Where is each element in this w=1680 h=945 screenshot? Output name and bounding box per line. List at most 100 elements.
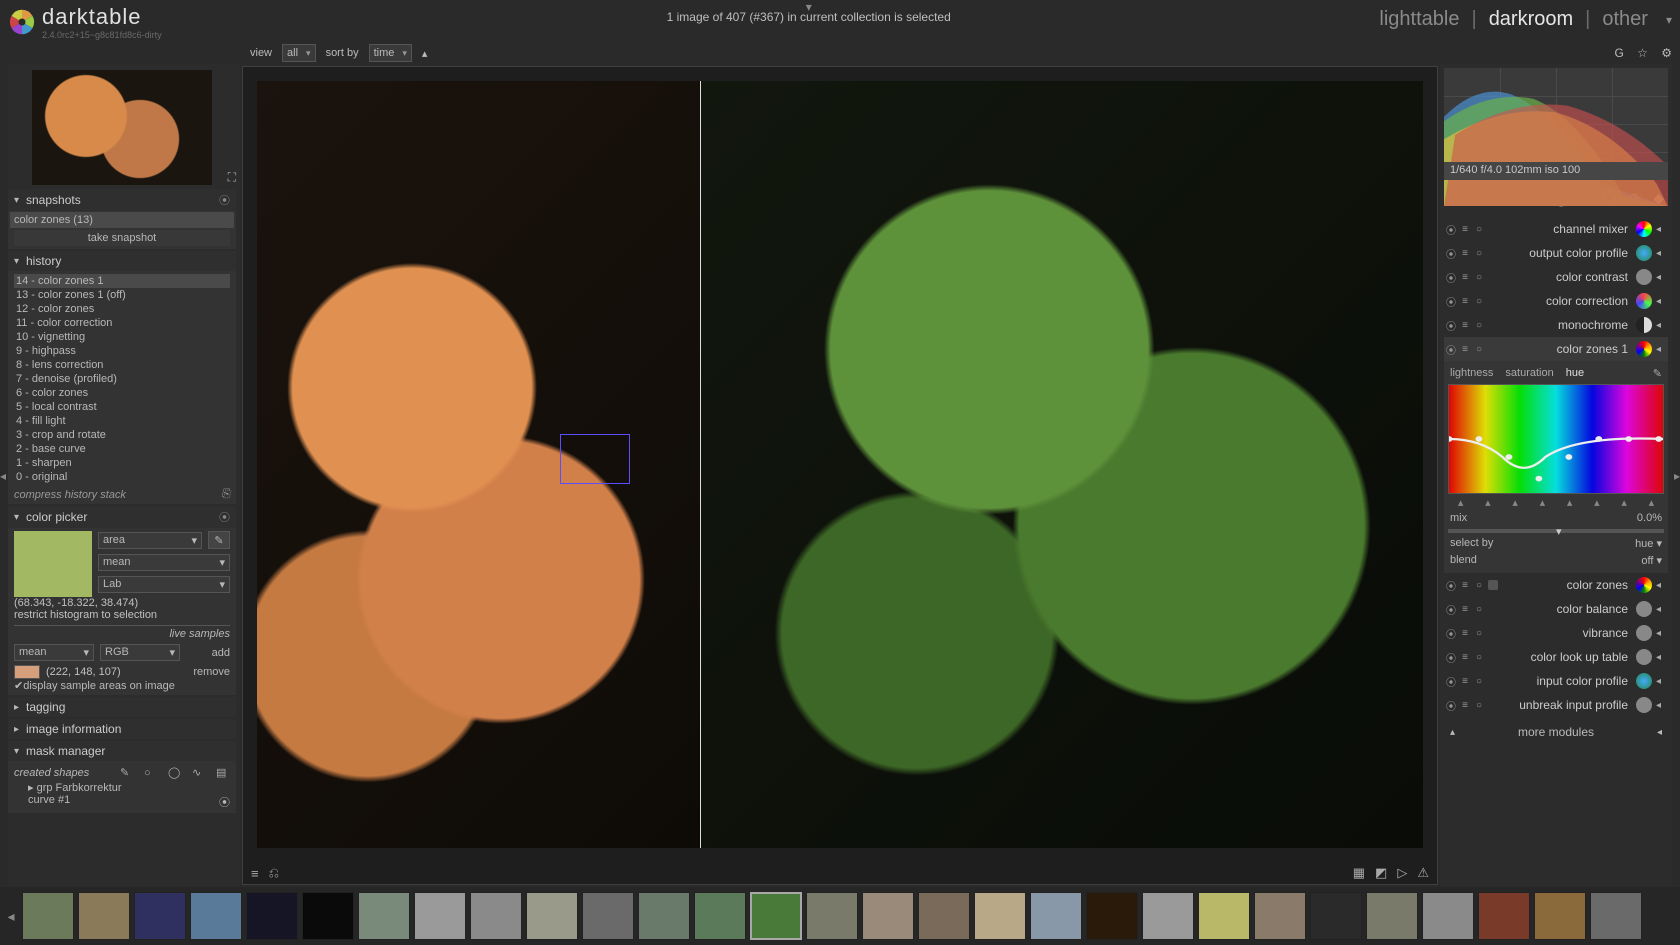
module-switch-icon[interactable]: ⦿ xyxy=(1446,296,1456,306)
filmstrip-thumb[interactable] xyxy=(134,892,186,940)
history-item[interactable]: 4 - fill light xyxy=(14,414,230,428)
module-multi-icon[interactable]: ≡ xyxy=(1460,320,1470,330)
module-color_zones_1[interactable]: ⦿≡○color zones 1◂ xyxy=(1444,337,1668,361)
module-reset-icon[interactable]: ○ xyxy=(1474,248,1484,258)
history-item[interactable]: 12 - color zones xyxy=(14,302,230,316)
expand-icon[interactable]: ⛶ xyxy=(228,170,236,185)
filmstrip-thumb[interactable] xyxy=(414,892,466,940)
module-reset-icon[interactable]: ○ xyxy=(1474,652,1484,662)
module-switch-icon[interactable]: ⦿ xyxy=(1446,700,1456,710)
module-instance-icon[interactable] xyxy=(1488,580,1498,590)
take-snapshot-button[interactable]: take snapshot xyxy=(14,230,230,246)
filmstrip-thumb[interactable] xyxy=(1590,892,1642,940)
quick-access-icon[interactable]: ≡ xyxy=(251,866,259,881)
module-multi-icon[interactable]: ≡ xyxy=(1460,224,1470,234)
picker-space-select[interactable]: Lab▾ xyxy=(98,576,230,593)
module-multi-icon[interactable]: ≡ xyxy=(1460,676,1470,686)
styles-icon[interactable]: ⎌ xyxy=(269,865,279,881)
module-multi-icon[interactable]: ≡ xyxy=(1460,628,1470,638)
filmstrip-thumb[interactable] xyxy=(1030,892,1082,940)
filmstrip-thumb[interactable] xyxy=(1478,892,1530,940)
module-color_balance[interactable]: ⦿≡○color balance◂ xyxy=(1444,597,1668,621)
module-switch-icon[interactable]: ⦿ xyxy=(1446,580,1456,590)
module-reset-icon[interactable]: ○ xyxy=(1474,296,1484,306)
panel-collapse-top-icon[interactable]: ▾ xyxy=(806,0,812,14)
filmstrip-thumb[interactable] xyxy=(862,892,914,940)
filmstrip-thumb[interactable] xyxy=(582,892,634,940)
mode-lighttable[interactable]: lighttable xyxy=(1379,8,1459,31)
module-color_correction[interactable]: ⦿≡○color correction◂ xyxy=(1444,289,1668,313)
filmstrip-thumb[interactable] xyxy=(1086,892,1138,940)
restrict-histogram-label[interactable]: restrict histogram to selection xyxy=(14,609,230,621)
module-multi-icon[interactable]: ≡ xyxy=(1460,604,1470,614)
reset-icon[interactable]: ⦿ xyxy=(219,794,230,810)
module-monochrome[interactable]: ⦿≡○monochrome◂ xyxy=(1444,313,1668,337)
softproof-icon[interactable]: ◩ xyxy=(1375,865,1387,881)
display-profile-icon[interactable]: ▦ xyxy=(1353,865,1365,881)
preview-image[interactable] xyxy=(257,81,1423,848)
filmstrip-thumb[interactable] xyxy=(1366,892,1418,940)
snapshot-split-line[interactable] xyxy=(700,81,701,848)
module-multi-icon[interactable]: ≡ xyxy=(1460,272,1470,282)
picker-stat-select[interactable]: mean▾ xyxy=(98,554,230,571)
filmstrip-thumb[interactable] xyxy=(694,892,746,940)
filter-settings-icon[interactable]: ⚙ xyxy=(1661,46,1672,60)
filmstrip-thumb[interactable] xyxy=(78,892,130,940)
filmstrip-thumb[interactable] xyxy=(806,892,858,940)
module-reset-icon[interactable]: ○ xyxy=(1474,676,1484,686)
collapse-left-panel-icon[interactable]: ◂ xyxy=(0,64,8,887)
module-reset-icon[interactable]: ○ xyxy=(1474,320,1484,330)
compress-history-button[interactable]: compress history stack xyxy=(14,489,126,501)
module-switch-icon[interactable]: ⦿ xyxy=(1446,628,1456,638)
module-switch-icon[interactable]: ⦿ xyxy=(1446,248,1456,258)
filmstrip-thumb[interactable] xyxy=(1310,892,1362,940)
filter-grouping-icon[interactable]: G xyxy=(1614,46,1623,60)
module-reset-icon[interactable]: ○ xyxy=(1474,580,1484,590)
module-reset-icon[interactable]: ○ xyxy=(1474,224,1484,234)
filmstrip-thumb[interactable] xyxy=(1198,892,1250,940)
filmstrip-thumb[interactable] xyxy=(974,892,1026,940)
filmstrip-thumb[interactable] xyxy=(22,892,74,940)
history-header[interactable]: ▾history xyxy=(8,251,236,271)
filmstrip-thumb[interactable] xyxy=(246,892,298,940)
history-item[interactable]: 7 - denoise (profiled) xyxy=(14,372,230,386)
mode-menu-icon[interactable]: ▾ xyxy=(1666,13,1672,27)
sort-asc-icon[interactable]: ▴ xyxy=(422,47,428,60)
mix-slider[interactable]: ▾ xyxy=(1448,529,1664,533)
sort-select[interactable]: time▾ xyxy=(369,44,412,62)
mode-darkroom[interactable]: darkroom xyxy=(1489,8,1573,31)
filter-star-icon[interactable]: ☆ xyxy=(1637,46,1648,60)
mode-other[interactable]: other xyxy=(1602,8,1648,31)
history-item[interactable]: 11 - color correction xyxy=(14,316,230,330)
cz-picker-icon[interactable]: ✎ xyxy=(1653,367,1662,380)
module-switch-icon[interactable]: ⦿ xyxy=(1446,344,1456,354)
navigation-thumbnail[interactable]: ⛶ xyxy=(32,70,212,185)
module-switch-icon[interactable]: ⦿ xyxy=(1446,676,1456,686)
ellipse-icon[interactable]: ◯ xyxy=(168,766,182,779)
view-select[interactable]: all▾ xyxy=(282,44,316,62)
history-item[interactable]: 13 - color zones 1 (off) xyxy=(14,288,230,302)
history-item[interactable]: 2 - base curve xyxy=(14,442,230,456)
filmstrip-thumb[interactable] xyxy=(918,892,970,940)
module-multi-icon[interactable]: ≡ xyxy=(1460,580,1470,590)
filmstrip-thumb[interactable] xyxy=(190,892,242,940)
module-multi-icon[interactable]: ≡ xyxy=(1460,344,1470,354)
collapse-right-panel-icon[interactable]: ▸ xyxy=(1672,64,1680,887)
sample-space-select[interactable]: RGB▾ xyxy=(100,644,180,661)
module-multi-icon[interactable]: ≡ xyxy=(1460,296,1470,306)
filmstrip-thumb[interactable] xyxy=(470,892,522,940)
module-unbreak[interactable]: ⦿≡○unbreak input profile◂ xyxy=(1444,693,1668,717)
image-info-header[interactable]: ▸image information xyxy=(8,719,236,739)
color-zones-graph[interactable] xyxy=(1448,384,1664,494)
filmstrip-thumb[interactable] xyxy=(358,892,410,940)
eyedropper-icon[interactable]: ✎ xyxy=(208,531,230,549)
gradient-icon[interactable]: ▤ xyxy=(216,766,230,779)
cz-tab-saturation[interactable]: saturation xyxy=(1505,367,1553,380)
mask-manager-header[interactable]: ▾mask manager xyxy=(8,741,236,761)
overexposed-icon[interactable]: ⚠ xyxy=(1417,865,1429,881)
module-multi-icon[interactable]: ≡ xyxy=(1460,652,1470,662)
module-multi-icon[interactable]: ≡ xyxy=(1460,248,1470,258)
filmstrip-thumb[interactable] xyxy=(1534,892,1586,940)
module-output_color_profile[interactable]: ⦿≡○output color profile◂ xyxy=(1444,241,1668,265)
filmstrip-prev-icon[interactable]: ◂ xyxy=(4,908,18,925)
